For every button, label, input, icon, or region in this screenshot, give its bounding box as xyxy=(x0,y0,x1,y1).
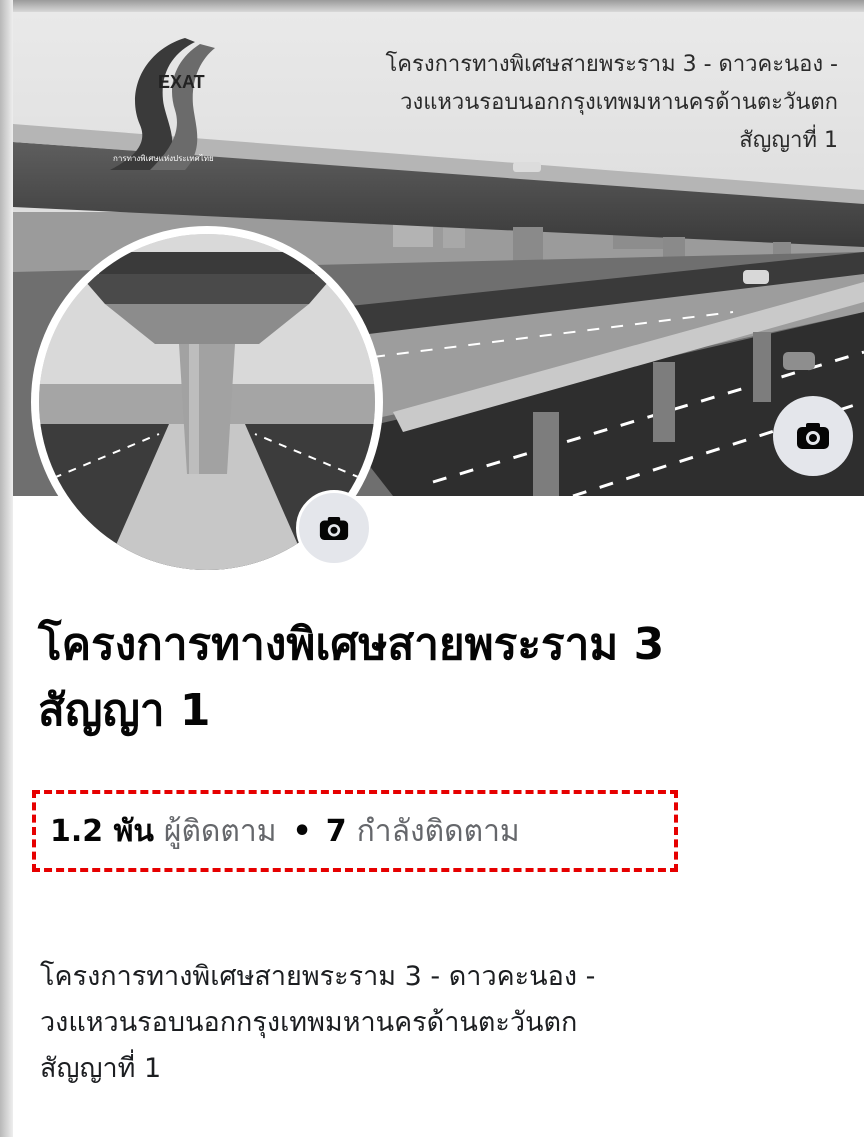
stats-separator: • xyxy=(292,813,312,849)
follower-stats-highlight: 1.2 พัน ผู้ติดตาม • 7 กำลังติดตาม xyxy=(32,790,678,872)
camera-icon xyxy=(319,516,349,540)
page-title-line: สัญญา 1 xyxy=(38,685,211,736)
camera-icon xyxy=(797,423,829,449)
following-link[interactable]: 7 กำลังติดตาม xyxy=(326,808,520,855)
followers-count: 1.2 พัน xyxy=(50,813,154,849)
window-left-edge xyxy=(0,0,13,1137)
followers-label: ผู้ติดตาม xyxy=(163,813,277,849)
edit-cover-photo-button[interactable] xyxy=(773,396,853,476)
description-line: สัญญาที่ 1 xyxy=(40,1053,162,1084)
description-line: วงแหวนรอบนอกกรุงเทพมหานครด้านตะวันตก xyxy=(40,1007,578,1038)
page-description: โครงการทางพิเศษสายพระราม 3 - ดาวคะนอง - … xyxy=(40,954,840,1092)
page-title: โครงการทางพิเศษสายพระราม 3 สัญญา 1 xyxy=(38,612,828,744)
exat-logo-text: EXAT xyxy=(158,72,205,92)
following-label: กำลังติดตาม xyxy=(356,813,520,849)
exat-logo-subtitle: การทางพิเศษแห่งประเทศไทย xyxy=(113,154,214,163)
cover-title-line: สัญญาที่ 1 xyxy=(739,128,838,153)
following-count: 7 xyxy=(325,813,347,849)
cover-title: โครงการทางพิเศษสายพระราม 3 - ดาวคะนอง - … xyxy=(385,46,838,160)
page-title-line: โครงการทางพิเศษสายพระราม 3 xyxy=(38,619,665,670)
description-line: โครงการทางพิเศษสายพระราม 3 - ดาวคะนอง - xyxy=(40,961,596,992)
cover-title-line: วงแหวนรอบนอกกรุงเทพมหานครด้านตะวันตก xyxy=(400,90,838,115)
cover-title-line: โครงการทางพิเศษสายพระราม 3 - ดาวคะนอง - xyxy=(385,52,838,77)
window-top-edge xyxy=(0,0,864,12)
followers-link[interactable]: 1.2 พัน ผู้ติดตาม xyxy=(50,808,277,855)
edit-profile-picture-button[interactable] xyxy=(296,490,372,566)
